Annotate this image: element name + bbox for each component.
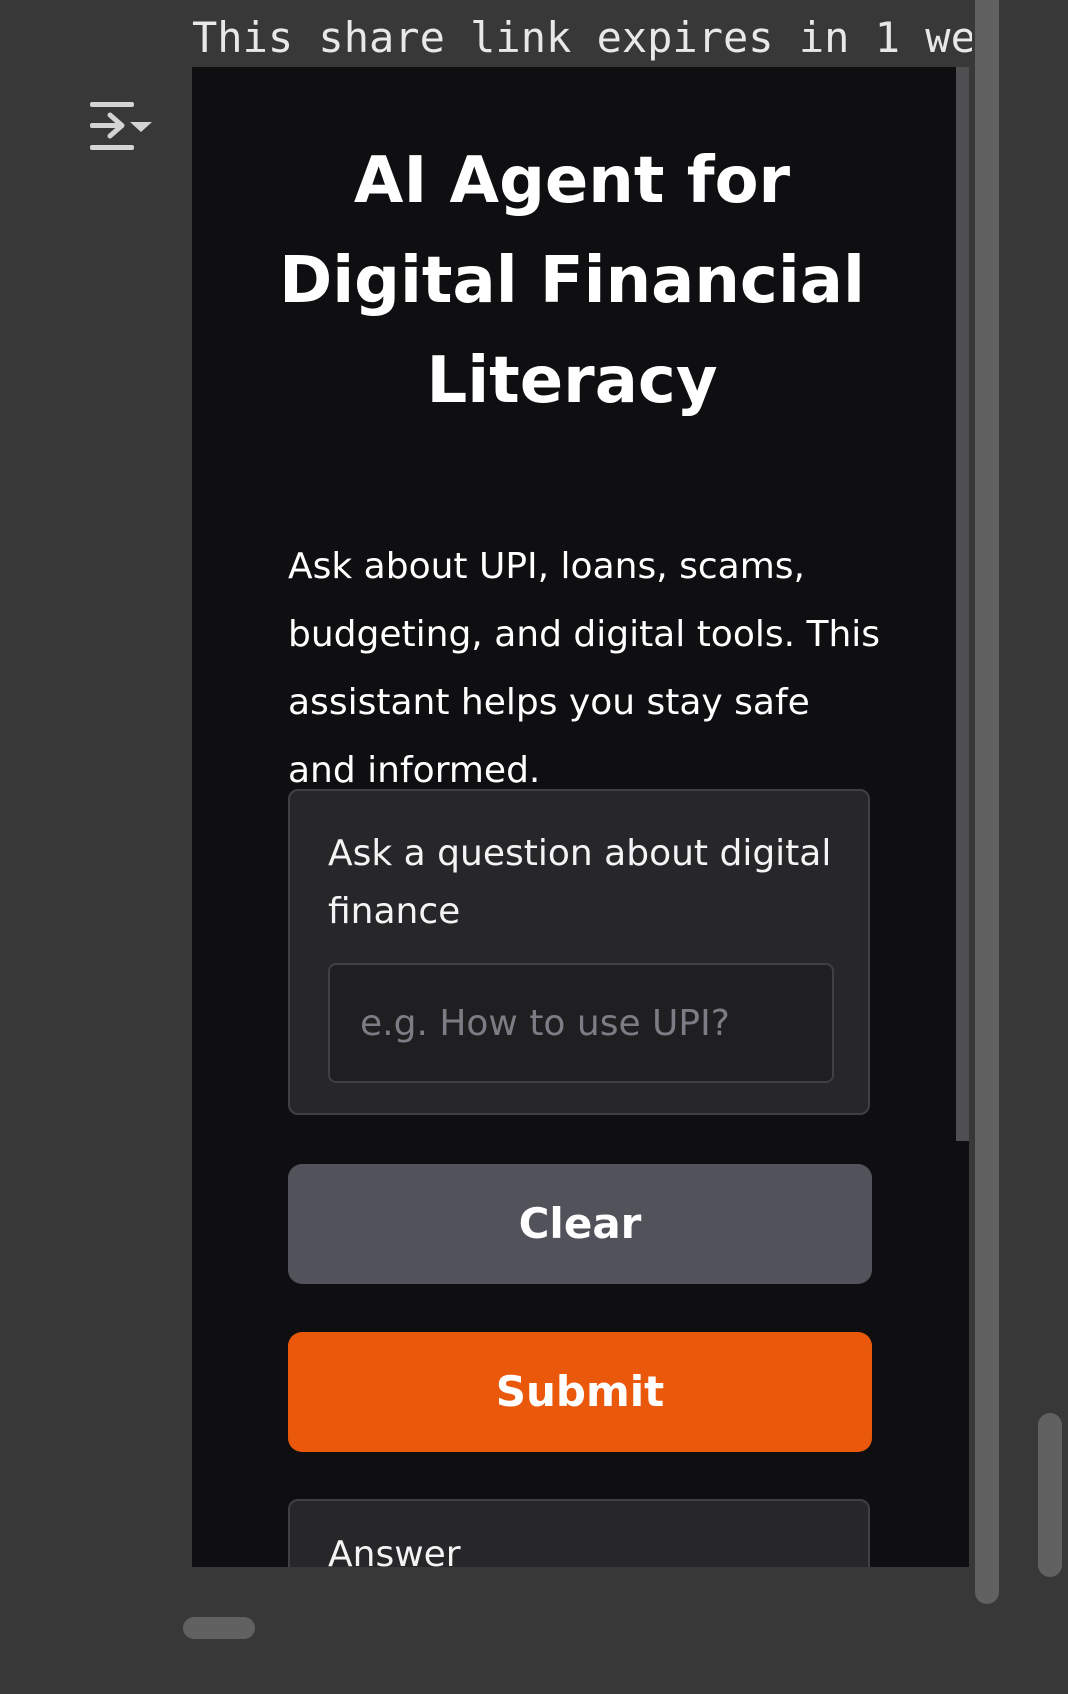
collapse-sidebar-icon[interactable] bbox=[86, 98, 154, 154]
question-block: Ask a question about digital finance bbox=[288, 789, 870, 1115]
answer-label: Answer bbox=[328, 1534, 461, 1567]
submit-button[interactable]: Submit bbox=[288, 1332, 872, 1452]
app-description: Ask about UPI, loans, scams, budgeting, … bbox=[288, 546, 881, 791]
frame-scrollbar[interactable] bbox=[956, 67, 969, 1141]
question-label: Ask a question about digital finance bbox=[328, 833, 832, 932]
app-title: AI Agent for Digital Financial Literacy bbox=[279, 144, 865, 418]
page-scrollbar-thumb[interactable] bbox=[1038, 1413, 1062, 1577]
share-link-banner: This share link expires in 1 we bbox=[192, 14, 972, 62]
clear-button[interactable]: Clear bbox=[288, 1164, 872, 1284]
answer-block: Answer bbox=[288, 1499, 870, 1567]
question-input[interactable] bbox=[328, 963, 834, 1083]
outer-scrollbar[interactable] bbox=[975, 0, 999, 1604]
app-frame: AI Agent for Digital Financial Literacy … bbox=[192, 67, 969, 1567]
horizontal-scrollbar-thumb[interactable] bbox=[183, 1617, 255, 1639]
